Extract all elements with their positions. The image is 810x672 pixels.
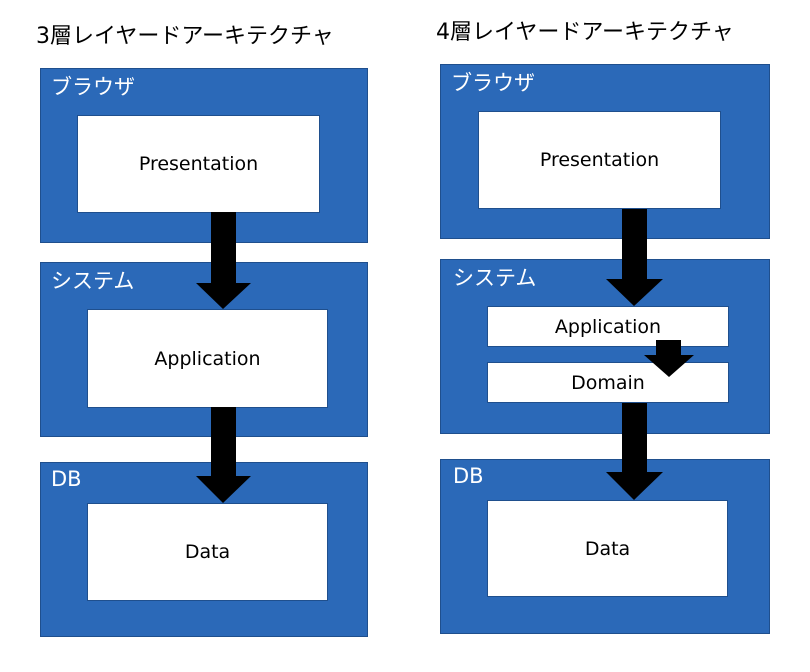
left-arrow-application-to-data xyxy=(196,407,251,503)
right-arrow-application-to-domain xyxy=(644,340,694,377)
right-arrow-domain-to-data xyxy=(606,403,663,500)
flow-arrows xyxy=(196,209,694,503)
left-arrow-presentation-to-application xyxy=(196,212,251,309)
right-arrow-presentation-to-application xyxy=(606,209,663,306)
